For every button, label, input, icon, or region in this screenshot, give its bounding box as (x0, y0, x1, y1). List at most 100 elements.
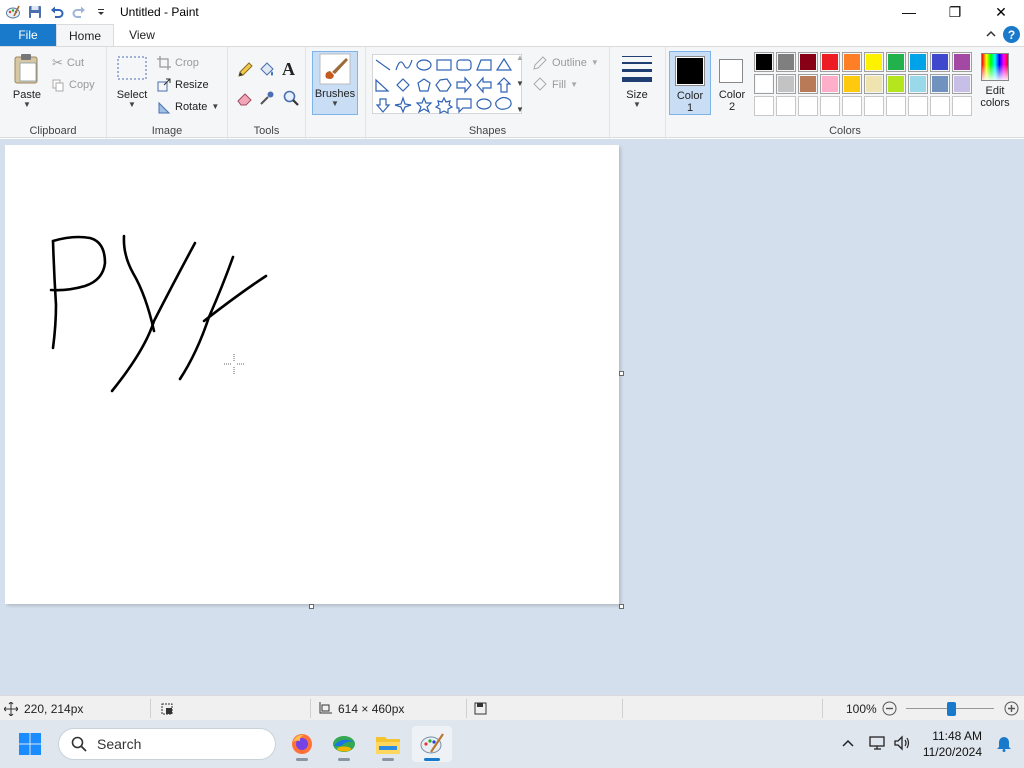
notification-bell-icon[interactable] (996, 734, 1012, 755)
show-hidden-icons-chevron-up-icon[interactable] (841, 737, 855, 751)
taskbar-app-firefox[interactable] (282, 726, 322, 762)
taskbar-clock[interactable]: 11:48 AM 11/20/2024 (923, 728, 982, 760)
size-group: Size ▼ (610, 47, 666, 139)
maximize-button[interactable]: ❐ (932, 0, 978, 24)
zoom-in-button[interactable] (1004, 696, 1019, 721)
palette-color-swatch[interactable] (820, 74, 840, 94)
help-icon[interactable]: ? (1003, 26, 1020, 43)
customize-toolbar-chevron-icon[interactable] (90, 1, 112, 23)
close-button[interactable]: ✕ (978, 0, 1024, 24)
tab-file[interactable]: File (0, 24, 56, 46)
zoom-slider[interactable] (906, 702, 994, 716)
magnifier-icon[interactable] (282, 89, 300, 110)
palette-custom-slot[interactable] (798, 96, 818, 116)
undo-icon[interactable] (46, 1, 68, 23)
palette-custom-slot[interactable] (908, 96, 928, 116)
palette-custom-slot[interactable] (864, 96, 884, 116)
palette-custom-slot[interactable] (952, 96, 972, 116)
shapes-scroll-down-icon[interactable]: ▼ (516, 80, 524, 88)
palette-color-swatch[interactable] (776, 52, 796, 72)
edit-colors-button[interactable]: Edit colors (974, 53, 1016, 117)
paste-button[interactable]: Paste ▼ (8, 53, 46, 109)
palette-color-swatch[interactable] (820, 52, 840, 72)
resize-handle-bottom[interactable] (309, 604, 314, 609)
palette-custom-slot[interactable] (930, 96, 950, 116)
palette-color-swatch[interactable] (842, 74, 862, 94)
rotate-icon (158, 101, 171, 114)
palette-custom-slot[interactable] (842, 96, 862, 116)
palette-color-swatch[interactable] (842, 52, 862, 72)
zoom-slider-thumb[interactable] (947, 702, 956, 716)
palette-color-swatch[interactable] (886, 74, 906, 94)
paint-app-icon[interactable] (2, 1, 24, 23)
palette-color-swatch[interactable] (908, 52, 928, 72)
resize-handle-right[interactable] (619, 371, 624, 376)
palette-color-swatch[interactable] (952, 52, 972, 72)
shapes-scroll-up-icon[interactable]: ▲ (516, 54, 524, 62)
palette-color-swatch[interactable] (798, 74, 818, 94)
fill-bucket-icon[interactable] (258, 61, 276, 82)
taskbar-search-box[interactable]: Search (58, 728, 276, 760)
volume-icon[interactable] (893, 734, 911, 754)
search-icon (71, 736, 87, 752)
palette-custom-slot[interactable] (776, 96, 796, 116)
palette-color-swatch[interactable] (754, 74, 774, 94)
canvas-size-icon (319, 701, 332, 713)
select-rectangle-icon (117, 56, 147, 80)
resize-button[interactable]: Resize (157, 75, 209, 95)
text-cursor-crosshair-icon (224, 354, 244, 374)
palette-color-swatch[interactable] (754, 52, 774, 72)
palette-color-swatch[interactable] (930, 52, 950, 72)
taskbar-app-edge[interactable] (324, 726, 364, 762)
palette-color-swatch[interactable] (952, 74, 972, 94)
cut-button[interactable]: ✂ Cut (52, 53, 84, 73)
palette-color-swatch[interactable] (930, 74, 950, 94)
palette-color-swatch[interactable] (864, 74, 884, 94)
tab-home[interactable]: Home (56, 24, 114, 46)
pencil-icon[interactable] (236, 61, 254, 82)
outline-button[interactable]: Outline ▼ (532, 53, 599, 73)
palette-color-swatch[interactable] (864, 52, 884, 72)
rotate-button[interactable]: Rotate ▼ (157, 97, 219, 117)
taskbar-app-file-explorer[interactable] (368, 726, 408, 762)
copy-button[interactable]: Copy (52, 75, 95, 95)
paint-palette-icon (420, 733, 444, 754)
palette-color-swatch[interactable] (776, 74, 796, 94)
palette-color-swatch[interactable] (798, 52, 818, 72)
color1-button[interactable]: Color 1 (669, 51, 711, 115)
shapes-expand-icon[interactable]: ▼ (516, 106, 524, 114)
eraser-icon[interactable] (236, 89, 254, 110)
crop-button[interactable]: Crop (157, 53, 199, 73)
palette-custom-slot[interactable] (886, 96, 906, 116)
edit-colors-label: Edit (985, 85, 1005, 97)
color1-label: Color (676, 90, 704, 102)
shapes-gallery-scroller[interactable]: ▲ ▼ ▼ (514, 54, 526, 114)
start-button[interactable] (14, 728, 46, 760)
tab-view[interactable]: View (114, 24, 170, 46)
minimize-button[interactable]: — (886, 0, 932, 24)
palette-color-swatch[interactable] (908, 74, 928, 94)
color-picker-icon[interactable] (258, 89, 276, 110)
color2-button[interactable]: Color 2 (713, 51, 751, 115)
fill-button[interactable]: Fill ▼ (532, 75, 578, 95)
fill-label: Fill (552, 79, 567, 91)
resize-handle-corner[interactable] (619, 604, 624, 609)
clipboard-group: Paste ▼ ✂ Cut Copy Clipboard (0, 47, 107, 139)
fill-chevron-down-icon: ▼ (570, 80, 578, 89)
drawing-canvas[interactable] (5, 145, 619, 604)
brushes-chevron-down-icon: ▼ (331, 99, 339, 108)
palette-custom-slot[interactable] (820, 96, 840, 116)
save-icon[interactable] (24, 1, 46, 23)
text-tool-icon[interactable]: A (282, 59, 295, 80)
size-button[interactable]: Size ▼ (618, 53, 656, 109)
taskbar-app-paint[interactable] (412, 726, 452, 762)
palette-custom-slot[interactable] (754, 96, 774, 116)
palette-color-swatch[interactable] (886, 52, 906, 72)
select-button[interactable]: Select ▼ (115, 53, 149, 109)
shapes-gallery[interactable] (372, 54, 522, 114)
brushes-button[interactable]: Brushes ▼ (312, 51, 358, 115)
zoom-out-button[interactable] (882, 696, 897, 721)
collapse-ribbon-icon[interactable] (985, 28, 997, 42)
redo-icon[interactable] (68, 1, 90, 23)
network-icon[interactable] (869, 735, 887, 754)
